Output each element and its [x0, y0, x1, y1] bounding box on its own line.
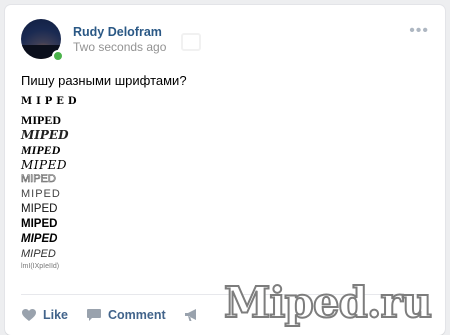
author-name[interactable]: Rudy Delofram: [73, 25, 162, 39]
post-actions: Like Comment: [21, 305, 218, 325]
styled-line: MIPED: [21, 96, 81, 107]
comment-icon: [87, 309, 102, 321]
comment-label: Comment: [108, 308, 166, 322]
styled-line: MIPED: [21, 158, 67, 172]
styled-line: MIPED: [21, 218, 58, 230]
megaphone-icon: [184, 309, 196, 321]
styled-lines: MIPED MIPED MIPED MIPED MIPED MIPED MIPE…: [21, 96, 81, 275]
styled-line: MIPED: [21, 128, 69, 142]
styled-line: MIPED: [21, 233, 58, 245]
styled-line: MIPED: [21, 188, 61, 200]
more-dots-icon[interactable]: •••: [409, 23, 429, 39]
styled-line: MIPED: [21, 203, 58, 215]
watermark: Miped.ru: [223, 278, 433, 327]
post-text: Пишу разными шрифтами?: [21, 73, 187, 88]
like-label: Like: [43, 308, 69, 322]
styled-line: MIPED: [21, 113, 61, 127]
styled-line: lmI(IXpIeIId): [21, 263, 60, 270]
heart-icon: [22, 309, 36, 321]
share-button[interactable]: [184, 308, 200, 322]
like-button[interactable]: Like: [21, 308, 68, 322]
post-time[interactable]: Two seconds ago: [73, 40, 166, 54]
comment-button[interactable]: Comment: [86, 308, 166, 322]
faded-icon: [181, 33, 201, 51]
online-status-icon: [52, 50, 64, 62]
styled-line: MIPED: [21, 248, 56, 260]
styled-line: MIPED: [21, 143, 61, 157]
styled-line: MIPED: [21, 173, 56, 186]
